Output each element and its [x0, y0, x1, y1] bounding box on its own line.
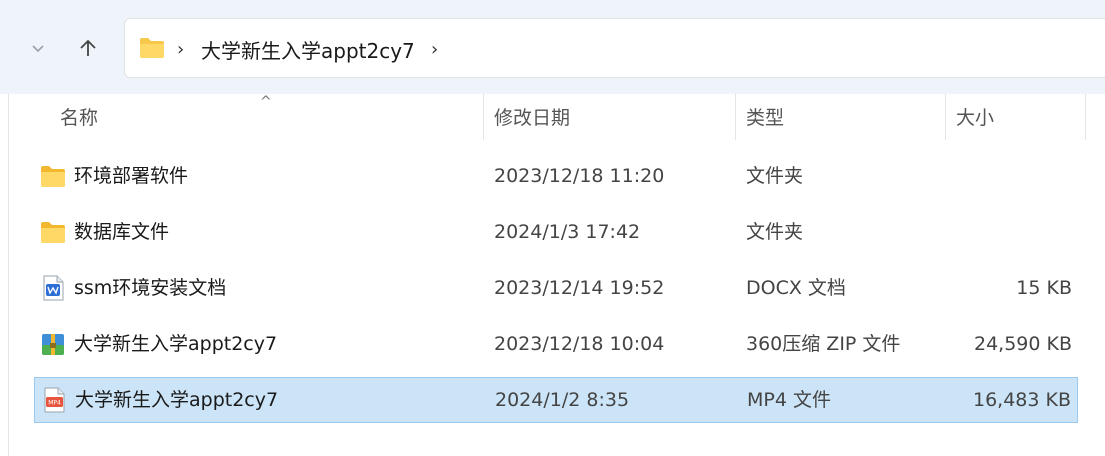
up-button[interactable] — [70, 30, 106, 66]
column-divider[interactable] — [735, 94, 736, 140]
column-header-type[interactable]: 类型 — [746, 94, 784, 142]
file-date: 2023/12/18 10:04 — [494, 333, 665, 355]
folder-icon — [41, 166, 65, 187]
folder-icon — [140, 38, 164, 58]
file-type: 文件夹 — [746, 165, 804, 187]
folder-icon — [41, 222, 65, 243]
file-date: 2024/1/2 8:35 — [495, 389, 630, 411]
chevron-right-icon[interactable]: › — [431, 39, 438, 60]
docx-icon — [43, 275, 64, 301]
file-row[interactable]: ssm环境安装文档 2023/12/14 19:52 DOCX 文档 15 KB — [34, 266, 1078, 312]
column-header: ^ 名称 修改日期 类型 大小 — [34, 94, 1086, 144]
file-name: 环境部署软件 — [74, 165, 189, 187]
file-size: 15 KB — [1016, 277, 1072, 299]
sort-ascending-icon: ^ — [260, 94, 272, 110]
mp4-icon: MP4 — [44, 387, 65, 413]
file-size: 16,483 KB — [972, 389, 1071, 411]
address-bar[interactable]: › 大学新生入学appt2cy7 › — [124, 18, 1105, 78]
chevron-right-icon[interactable]: › — [177, 39, 184, 60]
back-button[interactable] — [20, 30, 56, 66]
column-divider[interactable] — [945, 94, 946, 140]
column-header-name[interactable]: 名称 — [60, 94, 98, 142]
file-row[interactable]: 数据库文件 2024/1/3 17:42 文件夹 — [34, 210, 1078, 256]
file-date: 2023/12/14 19:52 — [494, 277, 665, 299]
file-type: 文件夹 — [746, 221, 804, 243]
column-header-date[interactable]: 修改日期 — [494, 94, 570, 142]
file-row-selected[interactable]: MP4 大学新生入学appt2cy7 2024/1/2 8:35 MP4 文件 … — [34, 377, 1078, 423]
column-divider[interactable] — [1085, 94, 1086, 140]
column-divider[interactable] — [483, 94, 484, 140]
file-row[interactable]: 大学新生入学appt2cy7 2023/12/18 10:04 360压缩 ZI… — [34, 322, 1078, 368]
column-header-size[interactable]: 大小 — [956, 94, 994, 142]
chevron-down-icon — [32, 45, 44, 53]
file-size: 24,590 KB — [973, 333, 1072, 355]
file-row[interactable]: 环境部署软件 2023/12/18 11:20 文件夹 — [34, 154, 1078, 200]
file-type: DOCX 文档 — [746, 277, 846, 299]
file-name: 大学新生入学appt2cy7 — [74, 333, 278, 355]
file-type: MP4 文件 — [747, 389, 831, 411]
navigation-pane-edge — [0, 94, 9, 456]
zip-icon — [42, 334, 64, 355]
file-date: 2023/12/18 11:20 — [494, 165, 665, 187]
svg-text:MP4: MP4 — [48, 400, 61, 407]
breadcrumb-current[interactable]: 大学新生入学appt2cy7 — [201, 35, 415, 64]
file-type: 360压缩 ZIP 文件 — [746, 333, 901, 355]
file-name: ssm环境安装文档 — [74, 277, 227, 299]
arrow-up-icon — [80, 39, 96, 56]
file-name: 大学新生入学appt2cy7 — [75, 389, 279, 411]
file-name: 数据库文件 — [74, 221, 170, 243]
file-date: 2024/1/3 17:42 — [494, 221, 641, 243]
navigation-bar: › 大学新生入学appt2cy7 › — [0, 0, 1105, 94]
